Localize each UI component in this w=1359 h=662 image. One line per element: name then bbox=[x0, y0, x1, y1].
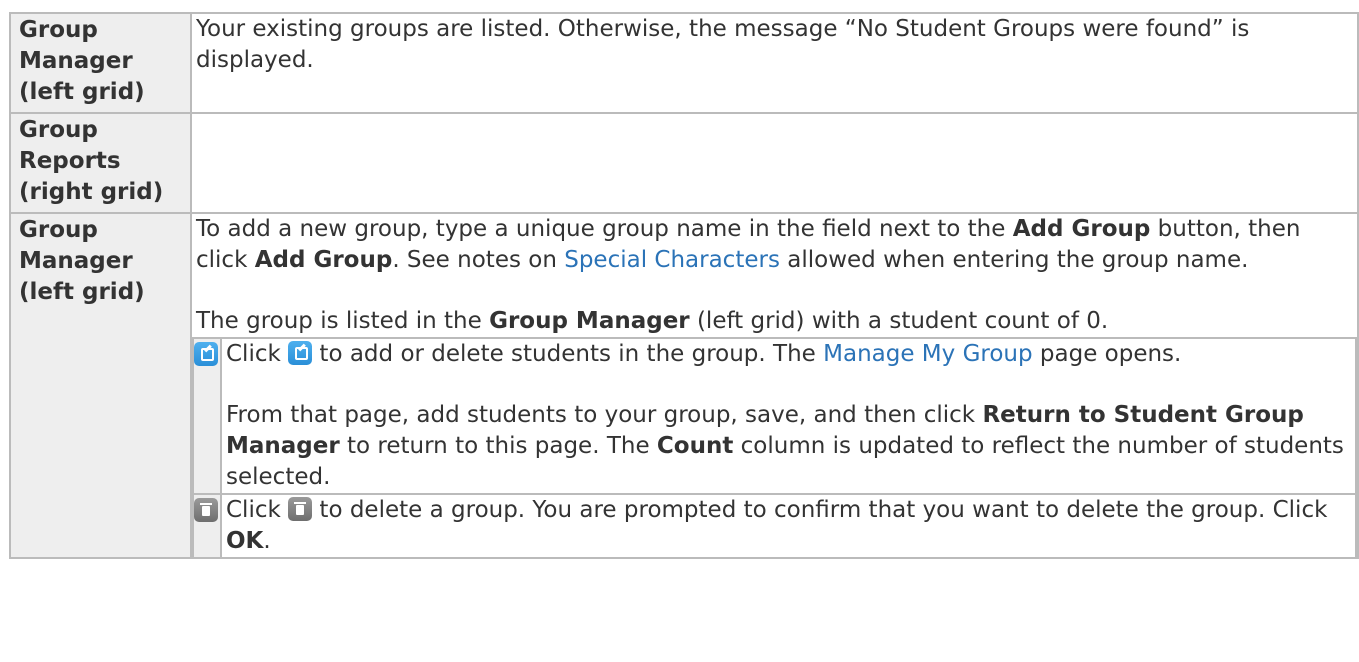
text-run: . bbox=[263, 528, 271, 554]
trash-icon[interactable] bbox=[288, 497, 313, 521]
text-run: to delete a group. You are prompted to c… bbox=[312, 497, 1328, 523]
text-run: Click bbox=[226, 341, 289, 367]
special-characters-link[interactable]: Special Characters bbox=[564, 247, 780, 273]
row-label-line1: Group Manager bbox=[19, 17, 133, 74]
add-group-paragraph: To add a new group, type a unique group … bbox=[196, 214, 1354, 276]
row-label-line1: Group Manager bbox=[19, 217, 133, 274]
text-run: allowed when entering the group name. bbox=[779, 247, 1249, 273]
row-label: Group Reports (right grid) bbox=[9, 112, 192, 214]
bold-run: Add Group bbox=[1012, 216, 1151, 242]
row-label-line1: Group Reports bbox=[19, 117, 121, 174]
bold-run: OK bbox=[226, 528, 264, 554]
row-label: Group Manager (left grid) bbox=[9, 12, 192, 114]
text-run: The group is listed in the bbox=[196, 308, 490, 334]
text-run: Click bbox=[226, 497, 289, 523]
group-listed-paragraph: The group is listed in the Group Manager… bbox=[196, 306, 1354, 337]
icon-actions-table: Click to add or delete students in the g… bbox=[192, 337, 1357, 559]
table-row: Group Manager (left grid) Your existing … bbox=[9, 12, 1359, 114]
icon-cell bbox=[192, 493, 222, 559]
delete-paragraph: Click to delete a group. You are prompte… bbox=[226, 495, 1351, 557]
text-run: to add or delete students in the group. … bbox=[312, 341, 824, 367]
bold-run: Add Group bbox=[254, 247, 393, 273]
row-label-line2: (right grid) bbox=[19, 179, 164, 205]
icon-description: Click to add or delete students in the g… bbox=[220, 337, 1357, 495]
table-row: Group Reports (right grid) bbox=[9, 112, 1359, 214]
bold-run: Count bbox=[656, 433, 734, 459]
edit-paragraph: Click to add or delete students in the g… bbox=[226, 339, 1351, 370]
row-description bbox=[190, 112, 1359, 214]
icon-description: Click to delete a group. You are prompte… bbox=[220, 493, 1357, 559]
table-row: Click to add or delete students in the g… bbox=[192, 337, 1357, 495]
row-description: Your existing groups are listed. Otherwi… bbox=[190, 12, 1359, 114]
row-label: Group Manager (left grid) bbox=[9, 212, 192, 559]
top-band bbox=[0, 0, 1359, 12]
return-paragraph: From that page, add students to your gro… bbox=[226, 400, 1351, 493]
row-description-text: Your existing groups are listed. Otherwi… bbox=[196, 16, 1250, 73]
manage-my-group-link[interactable]: Manage My Group bbox=[823, 341, 1032, 367]
text-run: to return to this page. The bbox=[339, 433, 657, 459]
bold-run: Group Manager bbox=[489, 308, 690, 334]
trash-icon[interactable] bbox=[194, 498, 218, 522]
row-description: To add a new group, type a unique group … bbox=[190, 212, 1359, 559]
documentation-table: Group Manager (left grid) Your existing … bbox=[9, 12, 1359, 559]
edit-icon[interactable] bbox=[288, 341, 313, 365]
text-run: . See notes on bbox=[392, 247, 565, 273]
text-run: page opens. bbox=[1032, 341, 1182, 367]
edit-icon[interactable] bbox=[194, 342, 218, 366]
row-label-line2: (left grid) bbox=[19, 279, 145, 305]
table-row: Click to delete a group. You are prompte… bbox=[192, 493, 1357, 559]
table-row: Group Manager (left grid) To add a new g… bbox=[9, 212, 1359, 559]
row-label-line2: (left grid) bbox=[19, 79, 145, 105]
text-run: (left grid) with a student count of 0. bbox=[689, 308, 1109, 334]
icon-cell bbox=[192, 337, 222, 495]
text-run: From that page, add students to your gro… bbox=[226, 402, 983, 428]
text-run: To add a new group, type a unique group … bbox=[196, 216, 1013, 242]
